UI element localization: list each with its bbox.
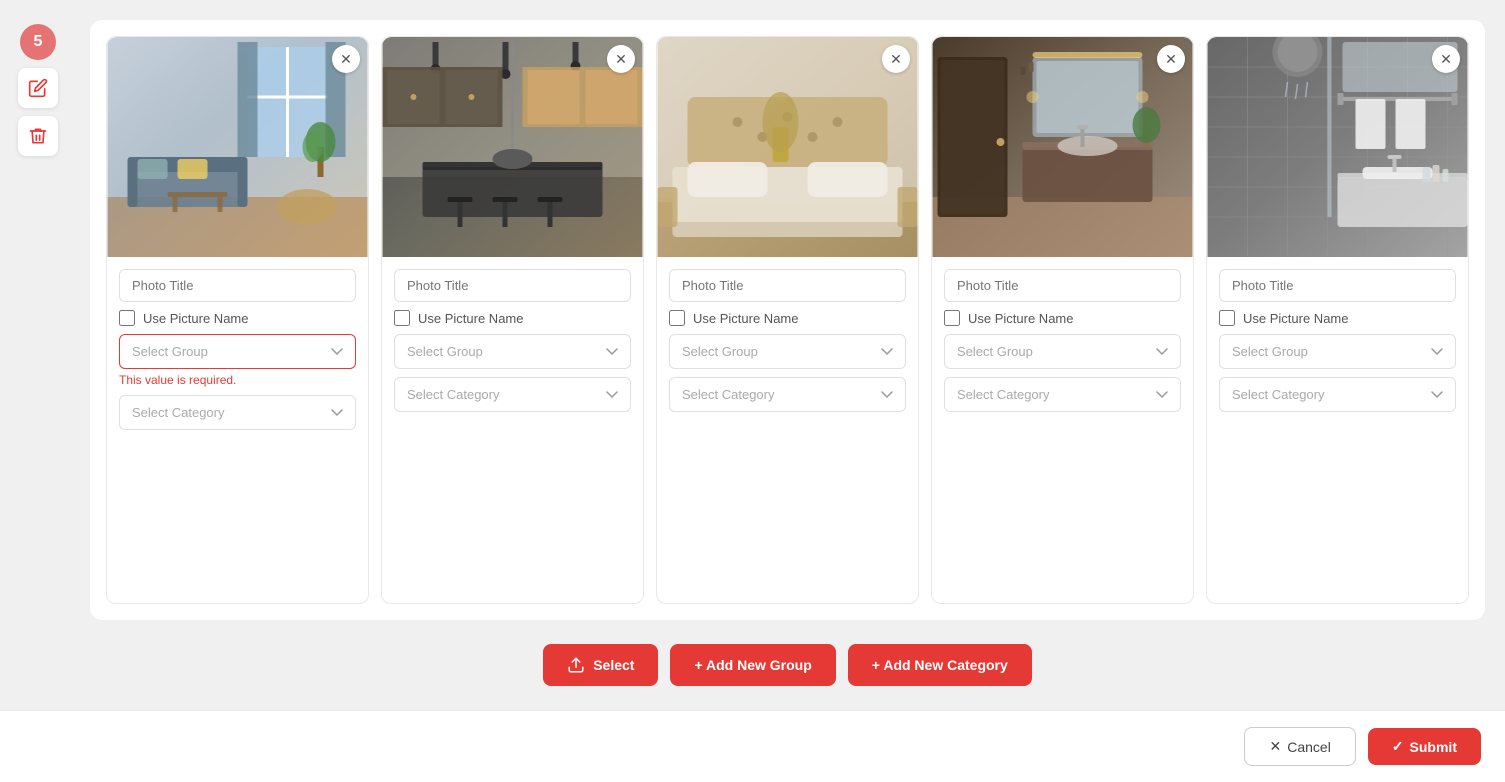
card-image-wrapper-4: ✕ (932, 37, 1193, 257)
card-body-3: Use Picture Name Select Group Select Cat… (657, 257, 918, 424)
room-image-4 (932, 37, 1193, 257)
select-group-1[interactable]: Select Group (119, 334, 356, 369)
select-category-4[interactable]: Select Category (944, 377, 1181, 412)
photo-title-input-4[interactable] (944, 269, 1181, 302)
close-button-4[interactable]: ✕ (1157, 45, 1185, 73)
error-message-1: This value is required. (119, 373, 356, 387)
room-image-2 (382, 37, 643, 257)
photo-card-4: ✕ Use Picture Name Select Group Select C… (931, 36, 1194, 604)
photo-title-input-5[interactable] (1219, 269, 1456, 302)
card-image-wrapper-3: ✕ (657, 37, 918, 257)
select-group-4[interactable]: Select Group (944, 334, 1181, 369)
delete-button[interactable] (18, 116, 58, 156)
checkbox-row-1: Use Picture Name (119, 310, 356, 326)
select-button[interactable]: Select (543, 644, 658, 686)
edit-button[interactable] (18, 68, 58, 108)
photo-card-1: ✕ Use Picture Name Select Group This val… (106, 36, 369, 604)
checkmark-icon: ✓ (1392, 738, 1404, 755)
photo-title-input-1[interactable] (119, 269, 356, 302)
select-group-5[interactable]: Select Group (1219, 334, 1456, 369)
trash-icon (28, 126, 48, 146)
room-image-5 (1207, 37, 1468, 257)
room-image-3 (657, 37, 918, 257)
use-picture-name-label-2: Use Picture Name (418, 311, 523, 326)
close-button-3[interactable]: ✕ (882, 45, 910, 73)
submit-button[interactable]: ✓ Submit (1368, 728, 1481, 765)
use-picture-name-checkbox-1[interactable] (119, 310, 135, 326)
cancel-button[interactable]: ✕ Cancel (1244, 727, 1355, 766)
footer-bar: ✕ Cancel ✓ Submit (0, 710, 1505, 782)
photo-card-3: ✕ Use Picture Name Select Group Select C… (656, 36, 919, 604)
use-picture-name-checkbox-4[interactable] (944, 310, 960, 326)
select-category-3[interactable]: Select Category (669, 377, 906, 412)
card-body-1: Use Picture Name Select Group This value… (107, 257, 368, 442)
add-new-category-button[interactable]: + Add New Category (848, 644, 1032, 686)
select-group-2[interactable]: Select Group (394, 334, 631, 369)
photo-card-2: ✕ Use Picture Name Select Group Select C… (381, 36, 644, 604)
select-category-5[interactable]: Select Category (1219, 377, 1456, 412)
use-picture-name-label-3: Use Picture Name (693, 311, 798, 326)
select-category-2[interactable]: Select Category (394, 377, 631, 412)
use-picture-name-label-4: Use Picture Name (968, 311, 1073, 326)
select-category-1[interactable]: Select Category (119, 395, 356, 430)
close-button-2[interactable]: ✕ (607, 45, 635, 73)
add-new-group-button[interactable]: + Add New Group (670, 644, 835, 686)
count-badge: 5 (20, 24, 56, 60)
use-picture-name-checkbox-2[interactable] (394, 310, 410, 326)
cards-container: ✕ Use Picture Name Select Group This val… (90, 20, 1485, 620)
card-image-wrapper-1: ✕ (107, 37, 368, 257)
room-image-1 (107, 37, 368, 257)
card-body-5: Use Picture Name Select Group Select Cat… (1207, 257, 1468, 424)
checkbox-row-3: Use Picture Name (669, 310, 906, 326)
close-button-5[interactable]: ✕ (1432, 45, 1460, 73)
select-group-3[interactable]: Select Group (669, 334, 906, 369)
use-picture-name-checkbox-3[interactable] (669, 310, 685, 326)
actions-bar: Select + Add New Group + Add New Categor… (90, 620, 1485, 710)
edit-icon (28, 78, 48, 98)
card-image-wrapper-5: ✕ (1207, 37, 1468, 257)
card-image-wrapper-2: ✕ (382, 37, 643, 257)
close-button-1[interactable]: ✕ (332, 45, 360, 73)
card-body-2: Use Picture Name Select Group Select Cat… (382, 257, 643, 424)
use-picture-name-label-5: Use Picture Name (1243, 311, 1348, 326)
checkbox-row-2: Use Picture Name (394, 310, 631, 326)
photo-title-input-2[interactable] (394, 269, 631, 302)
checkbox-row-4: Use Picture Name (944, 310, 1181, 326)
card-body-4: Use Picture Name Select Group Select Cat… (932, 257, 1193, 424)
cancel-x-icon: ✕ (1269, 738, 1281, 755)
upload-icon (567, 656, 585, 674)
photo-card-5: ✕ Use Picture Name Select Group Select C… (1206, 36, 1469, 604)
checkbox-row-5: Use Picture Name (1219, 310, 1456, 326)
photo-title-input-3[interactable] (669, 269, 906, 302)
sidebar: 5 (18, 24, 58, 156)
use-picture-name-label-1: Use Picture Name (143, 311, 248, 326)
use-picture-name-checkbox-5[interactable] (1219, 310, 1235, 326)
